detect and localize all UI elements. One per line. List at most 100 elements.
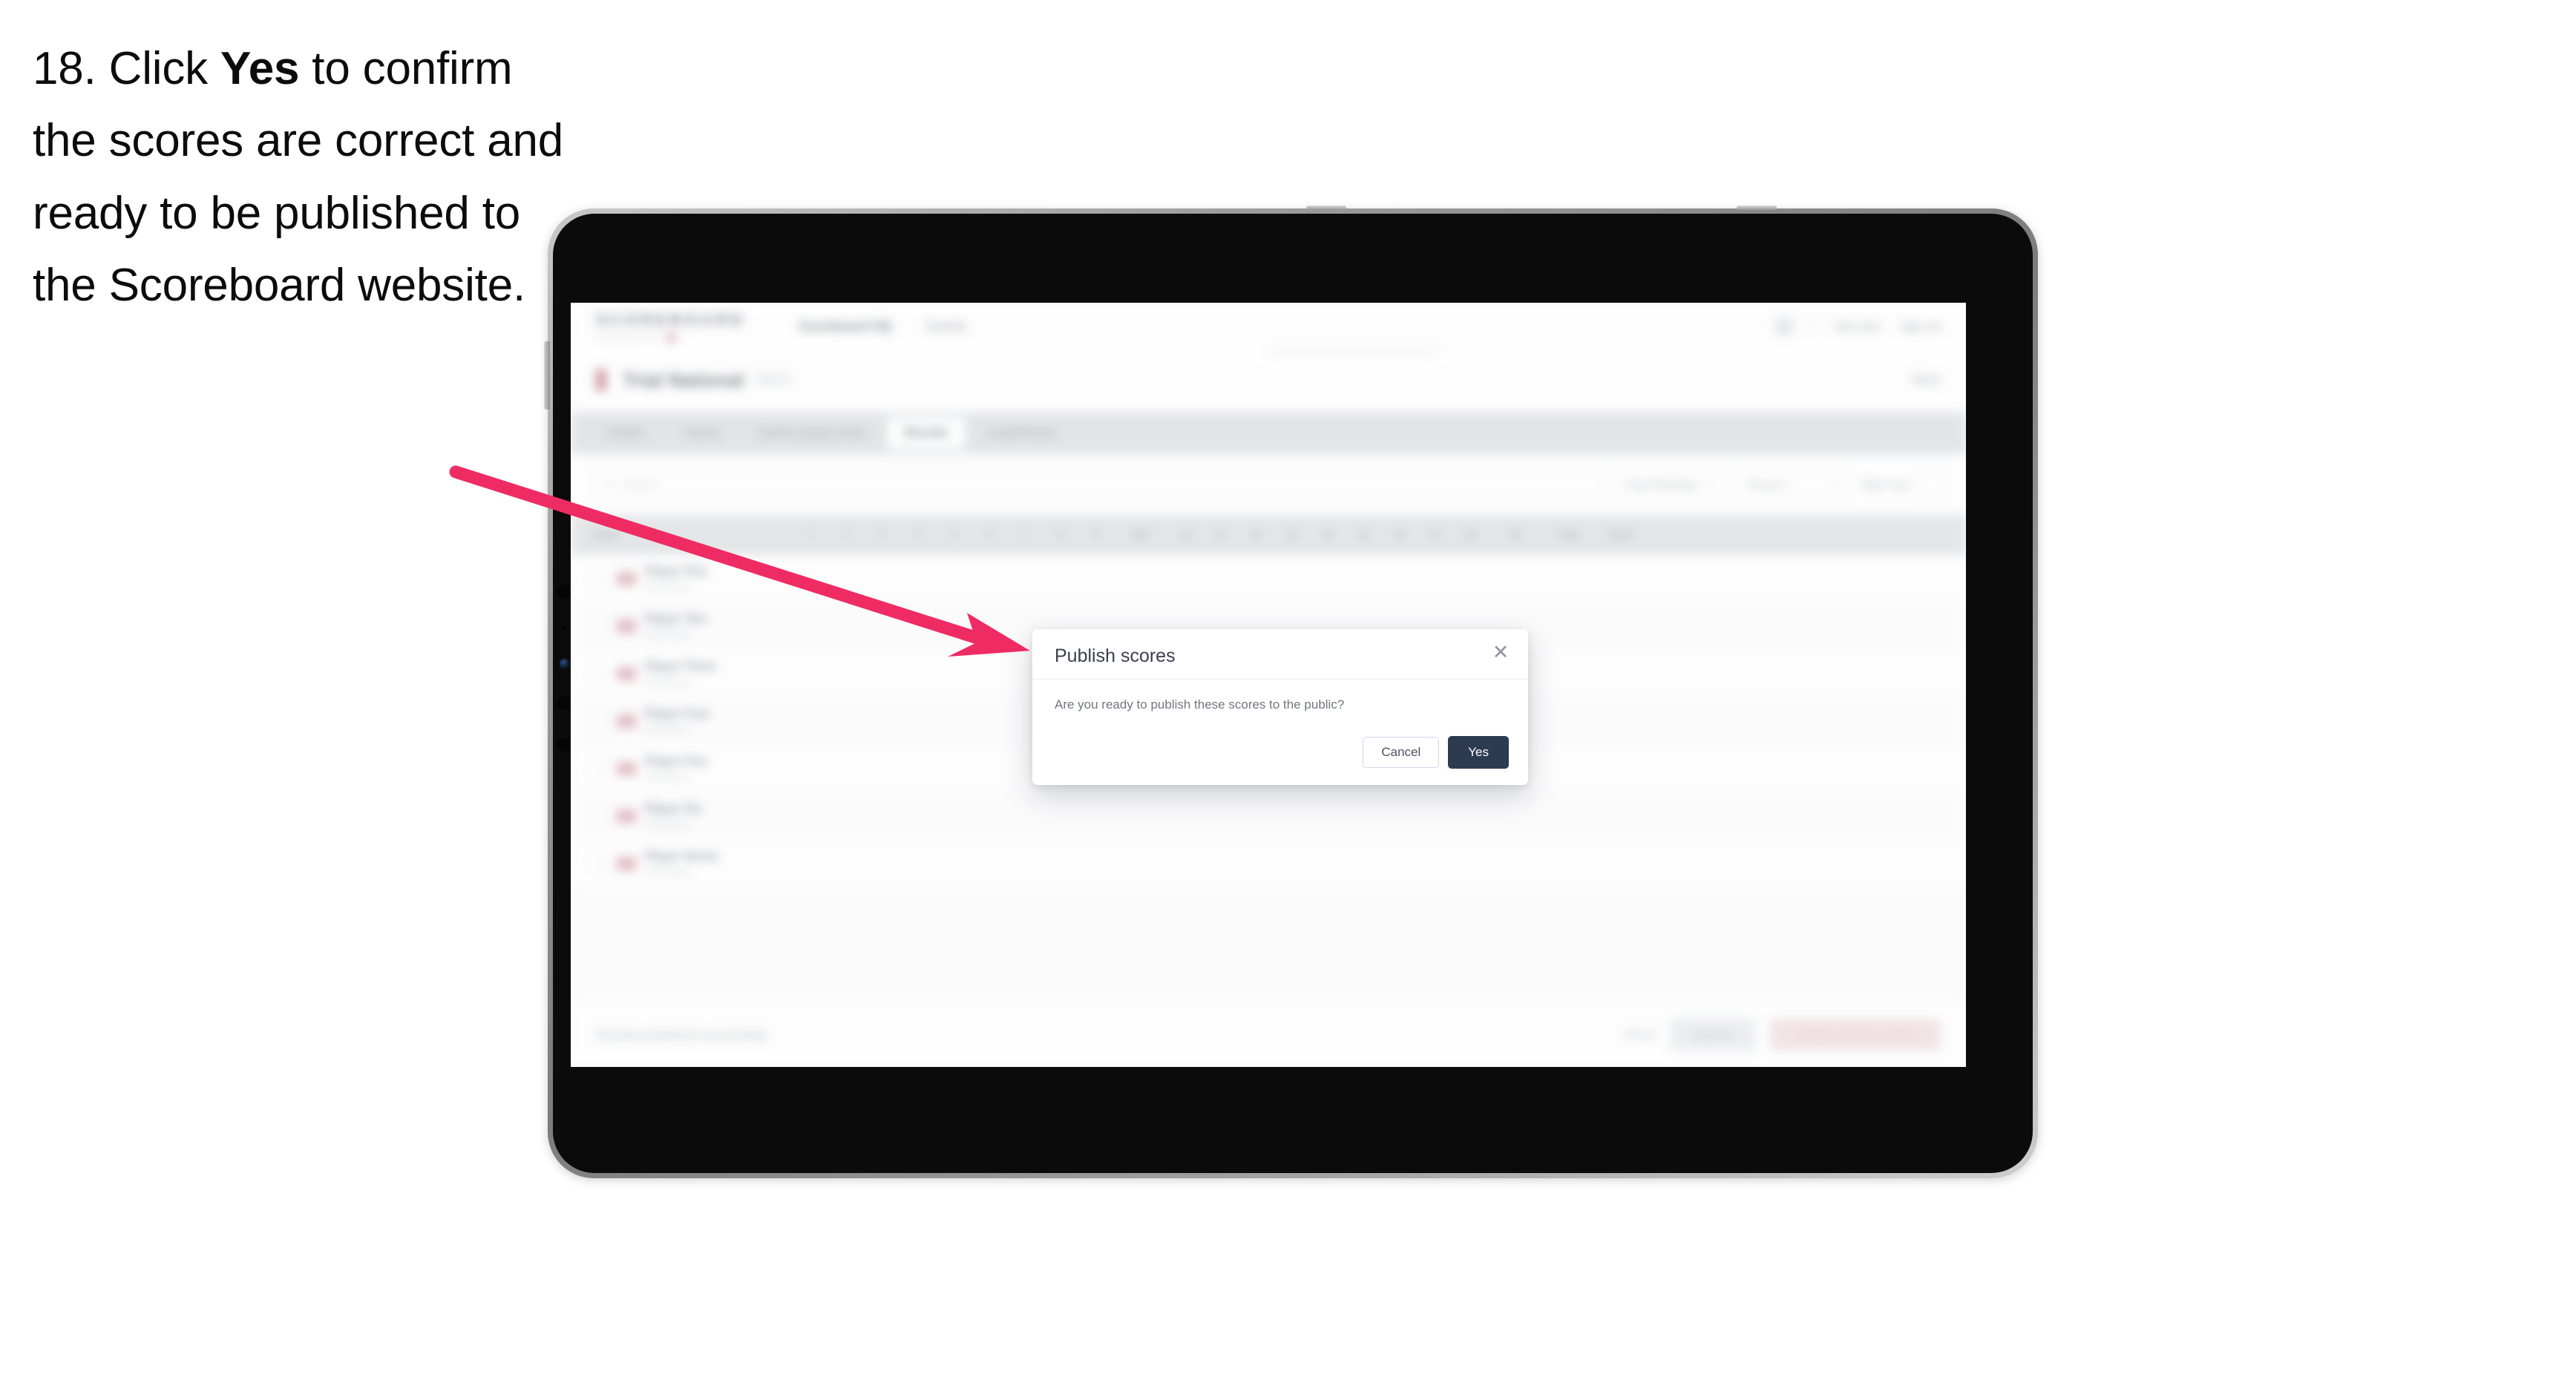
player-identity: Player Four Club Name [645,708,710,735]
app-top-bar: SCOREBOARD POWERED BY Scoreboard HQ Even… [571,303,1966,350]
back-link[interactable]: Back [1913,372,1941,387]
player-name: Player Six [645,802,702,815]
column-header-3: 3 [879,530,885,540]
column-header-12: 12 [1251,530,1262,540]
column-header-6: 6 [986,530,992,540]
nav-item-scoreboard-hq[interactable]: Scoreboard HQ [799,319,892,334]
front-camera-icon [557,585,571,599]
player-cell: Player Two Club Name [571,613,793,640]
tablet-device-frame: SCOREBOARD POWERED BY Scoreboard HQ Even… [548,208,2038,1178]
tab-leaderboard[interactable]: Leaderboard [970,418,1073,449]
columns-icon[interactable] [1918,472,1944,497]
event-title: Trial National [623,368,744,391]
yes-button[interactable]: Yes [1448,736,1509,769]
row-checkbox[interactable] [593,855,608,871]
table-only-toggle[interactable]: Table Only [1861,479,1910,490]
player-identity: Player Six Club Name [645,803,702,830]
event-flag-icon [596,369,606,391]
nav-item-events[interactable]: Events [927,319,966,334]
dialog-actions: Cancel Yes [1363,736,1509,769]
table-only-label: Table Only [1860,479,1910,490]
player-name: Player One [645,565,707,578]
table-header-row: Player 1 2 3 4 5 6 7 8 9 OUT 10 11 12 13… [571,515,1966,555]
instruction-caption: 18. Click Yes to confirm the scores are … [33,33,567,321]
flag-icon [617,714,636,728]
tab-results[interactable]: Results [887,418,966,449]
column-header-11: 11 [1216,530,1226,540]
secondary-camera-icon [557,696,571,710]
table-row[interactable]: Player Six Club Name [571,792,1966,840]
player-identity: Player One Club Name [645,565,707,592]
row-checkbox[interactable] [593,618,608,634]
column-header-18: 18 [1465,530,1475,540]
row-checkbox[interactable] [593,571,608,586]
round-select[interactable]: Round 1 ▼ [1737,469,1849,500]
device-mic-port-2 [1737,206,1777,210]
cancel-button[interactable]: Cancel [1363,737,1440,768]
search-input[interactable]: ⚲ Search [593,469,1602,500]
chevron-down-icon: ▼ [1706,480,1714,489]
avatar[interactable] [1774,317,1794,336]
column-header-2: 2 [844,530,850,540]
final-standings-select[interactable]: Final Standings ▼ [1613,469,1725,500]
row-checkbox[interactable] [593,713,608,729]
top-navigation: Scoreboard HQ Events [799,319,966,334]
reset-link[interactable]: Reset [1625,1028,1656,1042]
final-standings-label: Final Standings [1625,479,1697,490]
player-club: Club Name [645,676,690,687]
tab-teams[interactable]: Teams [666,418,737,449]
flag-icon [617,571,636,585]
column-header-player: Player [593,530,620,540]
row-checkbox[interactable] [593,761,608,776]
device-hardware-keys [544,341,550,410]
tablet-screen: SCOREBOARD POWERED BY Scoreboard HQ Even… [571,303,1966,1067]
footer-actions: Reset Save All Publish scores to public [1625,1019,1941,1051]
caption-pre: Click [108,43,220,94]
publish-scores-button[interactable]: Publish scores to public [1770,1019,1941,1051]
row-checkbox[interactable] [593,808,608,824]
tab-entries-draw[interactable]: Entries &amp; Draw [741,418,882,449]
brand-mark-icon [666,333,676,341]
filters-row: ⚲ Search Final Standings ▼ Round 1 ▼ Tab… [571,454,1966,515]
dialog-title: Publish scores [1055,646,1176,666]
column-header-in: IN [1510,530,1519,540]
column-header-10: 10 [1180,530,1190,540]
section-tabs: Details Teams Entries &amp; Draw Results… [571,413,1966,454]
top-bar-right: Test User Sign out [1774,317,1941,336]
close-icon[interactable]: ✕ [1489,641,1512,663]
player-club: Club Name [645,771,690,782]
column-header-total: Total [1558,530,1579,540]
flag-icon [617,809,636,823]
flag-icon [617,666,636,680]
tab-details[interactable]: Details [590,418,662,449]
player-name: Player Five [645,755,708,768]
search-icon: ⚲ [606,479,614,491]
column-header-9: 9 [1093,530,1099,540]
event-header: Trial National 2024 Back [571,352,1966,408]
player-identity: Player Seven Club Name [645,850,719,877]
player-name: Player Four [645,707,711,720]
player-name: Player Two [645,612,707,625]
app-footer-bar: Results published successfully Reset Sav… [571,1002,1966,1067]
table-row[interactable]: Player One Club Name [571,555,1966,602]
player-identity: Player Three Club Name [645,660,716,687]
table-row[interactable]: Player Seven Club Name [571,840,1966,887]
player-club: Club Name [645,723,690,735]
dialog-message: Are you ready to publish these scores to… [1055,697,1345,712]
save-all-button[interactable]: Save All [1671,1019,1756,1051]
player-name: Player Seven [645,850,719,863]
user-name[interactable]: Test User [1834,321,1881,333]
player-cell: Player Seven Club Name [571,850,793,877]
app-logo[interactable]: SCOREBOARD POWERED BY [596,312,746,341]
chevron-down-icon: ▼ [1829,480,1838,489]
player-club: Club Name [645,866,690,877]
sign-out-link[interactable]: Sign out [1900,321,1941,333]
flag-icon [617,761,636,775]
player-cell: Player One Club Name [571,565,793,592]
row-checkbox[interactable] [593,666,608,681]
speaker-dot-icon [557,738,571,752]
device-mic-port [1306,206,1346,210]
step-number: 18. [33,43,96,94]
slide-canvas: 18. Click Yes to confirm the scores are … [0,0,2576,1386]
tablet-bezel: SCOREBOARD POWERED BY Scoreboard HQ Even… [553,214,2033,1173]
